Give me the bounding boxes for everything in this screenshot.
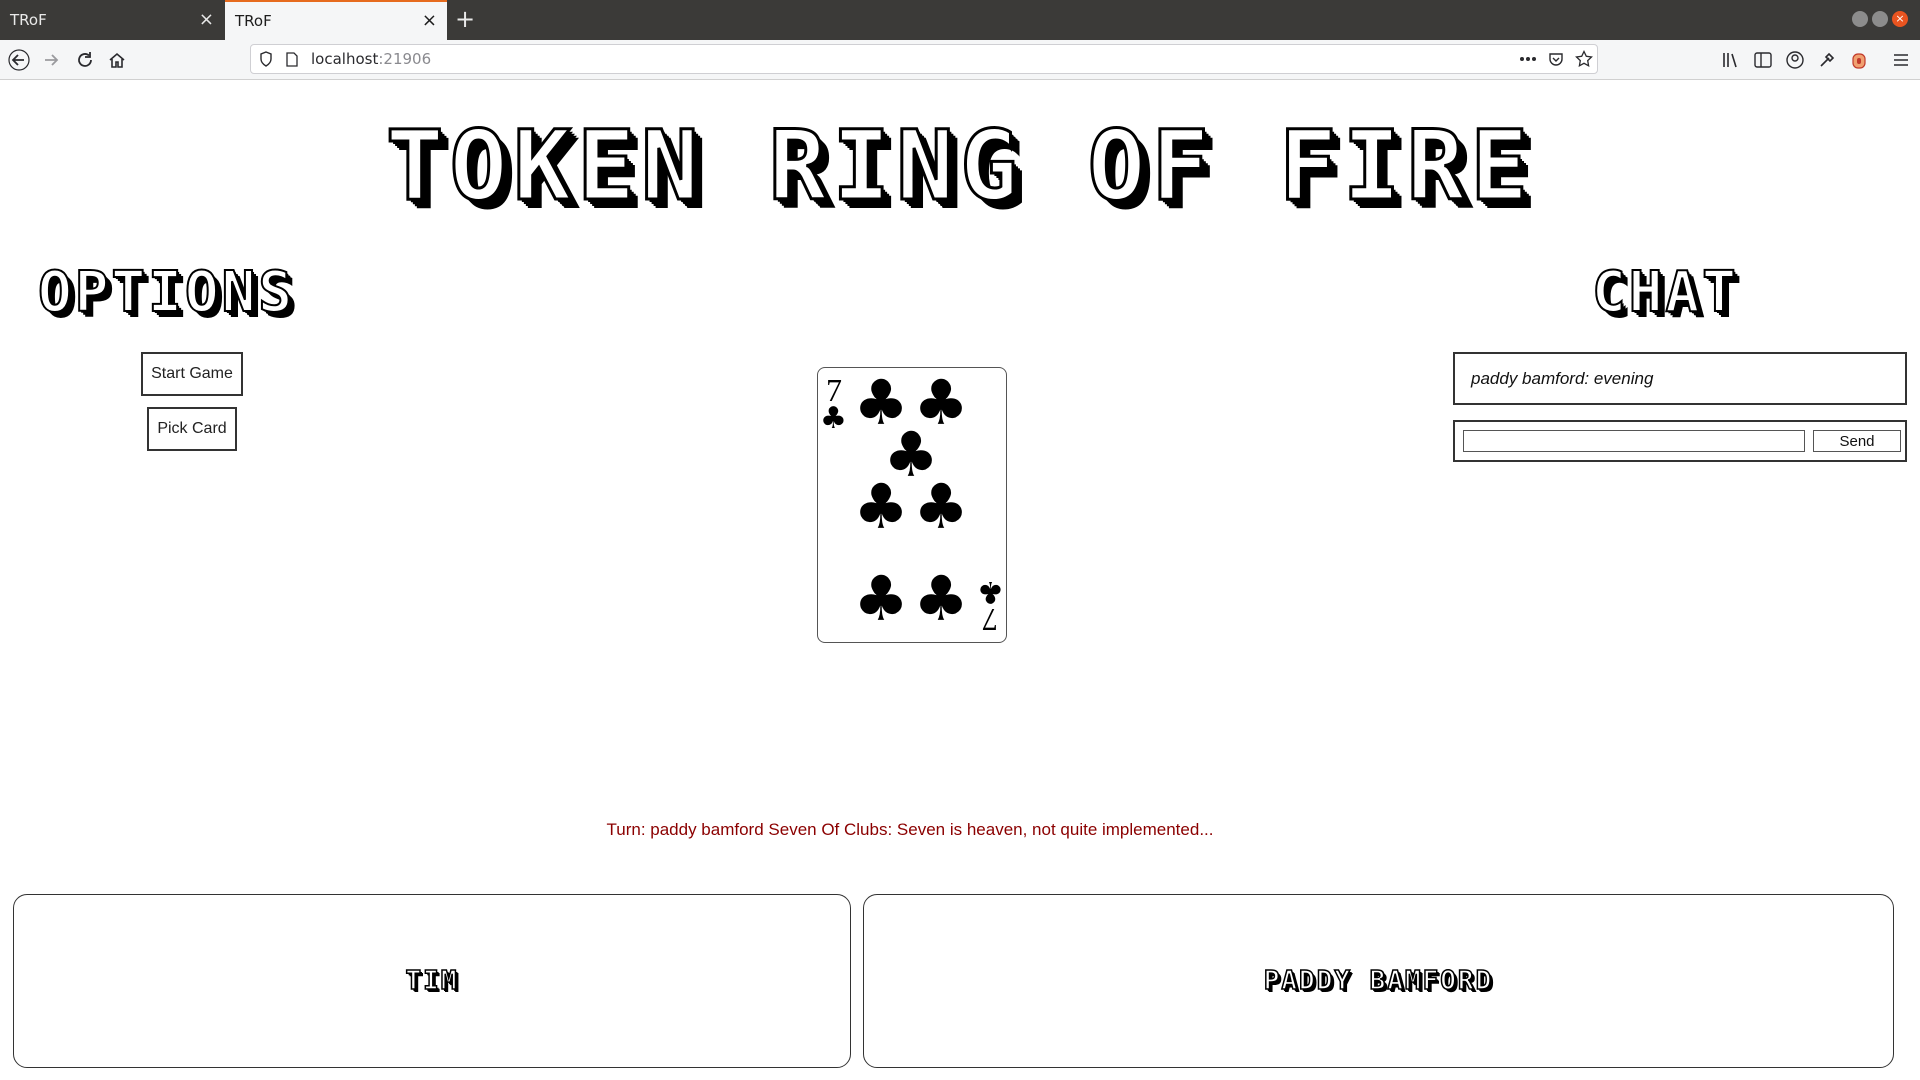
chat-message: paddy bamford: evening: [1471, 368, 1654, 388]
url-bar[interactable]: localhost:21906: [250, 44, 1598, 74]
options-heading: OPTIONS: [37, 259, 296, 326]
window-close-icon[interactable]: ×: [1892, 11, 1908, 27]
player-name: PADDY BAMFORD: [1263, 965, 1494, 997]
tab-trof-1[interactable]: TRoF ×: [0, 0, 224, 40]
page-icon: [281, 46, 303, 72]
url-port: :21906: [378, 50, 432, 68]
back-icon[interactable]: [6, 47, 32, 73]
clubs-icon: ♣: [820, 401, 847, 436]
account-icon[interactable]: [1782, 47, 1808, 73]
eyedropper-icon[interactable]: [1814, 47, 1840, 73]
turn-status: Turn: paddy bamford Seven Of Clubs: Seve…: [0, 820, 1820, 840]
clubs-icon: ♣: [853, 562, 909, 635]
chat-form: Send: [1453, 420, 1907, 462]
clubs-icon: ♣: [913, 562, 969, 635]
more-icon[interactable]: [1515, 46, 1541, 72]
sidebar-icon[interactable]: [1750, 47, 1776, 73]
tab-trof-2[interactable]: TRoF ×: [225, 0, 447, 40]
pocket-icon[interactable]: [1543, 46, 1569, 72]
library-icon[interactable]: [1718, 47, 1744, 73]
player-panel-tim: TIM: [13, 894, 851, 1068]
maximize-icon[interactable]: [1872, 11, 1888, 27]
url-text[interactable]: localhost:21906: [311, 50, 431, 68]
clubs-icon: ♣: [853, 470, 909, 543]
status-text: Turn: paddy bamford Seven Of Clubs: Seve…: [606, 820, 1214, 839]
menu-icon[interactable]: [1888, 47, 1914, 73]
shield-icon[interactable]: [255, 46, 277, 72]
chat-messages: paddy bamford: evening: [1453, 352, 1907, 405]
tab-title: TRoF: [10, 11, 47, 29]
tab-bar: TRoF × TRoF × + ×: [0, 0, 1920, 40]
close-tab-icon[interactable]: ×: [199, 11, 214, 29]
page-title: TOKEN RING OF FIRE: [384, 109, 1535, 224]
chat-input[interactable]: [1463, 430, 1805, 452]
start-game-button[interactable]: Start Game: [141, 352, 243, 396]
clubs-icon: ♣: [913, 470, 969, 543]
navigation-bar: localhost:21906: [0, 40, 1920, 80]
player-panel-paddy-bamford: PADDY BAMFORD: [863, 894, 1894, 1068]
star-icon[interactable]: [1571, 46, 1597, 72]
chat-heading: CHAT: [1591, 259, 1739, 326]
page-content: TOKEN RING OF FIRE OPTIONS Start Game Pi…: [0, 80, 1920, 1080]
close-tab-icon[interactable]: ×: [422, 12, 437, 30]
player-name: TIM: [405, 965, 459, 997]
extension-icon[interactable]: [1846, 47, 1872, 73]
forward-icon[interactable]: [38, 47, 64, 73]
send-button[interactable]: Send: [1813, 430, 1901, 452]
pick-card-button[interactable]: Pick Card: [147, 407, 237, 451]
new-tab-icon[interactable]: +: [455, 7, 475, 31]
card-rank: 7: [982, 602, 998, 638]
reload-icon[interactable]: [72, 47, 98, 73]
url-host: localhost: [311, 50, 379, 68]
minimize-icon[interactable]: [1852, 11, 1868, 27]
home-icon[interactable]: [104, 47, 130, 73]
playing-card: 7 ♣ ♣ ♣ ♣ ♣ ♣ ♣ ♣ ♣ 7: [817, 367, 1007, 643]
tab-title: TRoF: [235, 12, 272, 30]
